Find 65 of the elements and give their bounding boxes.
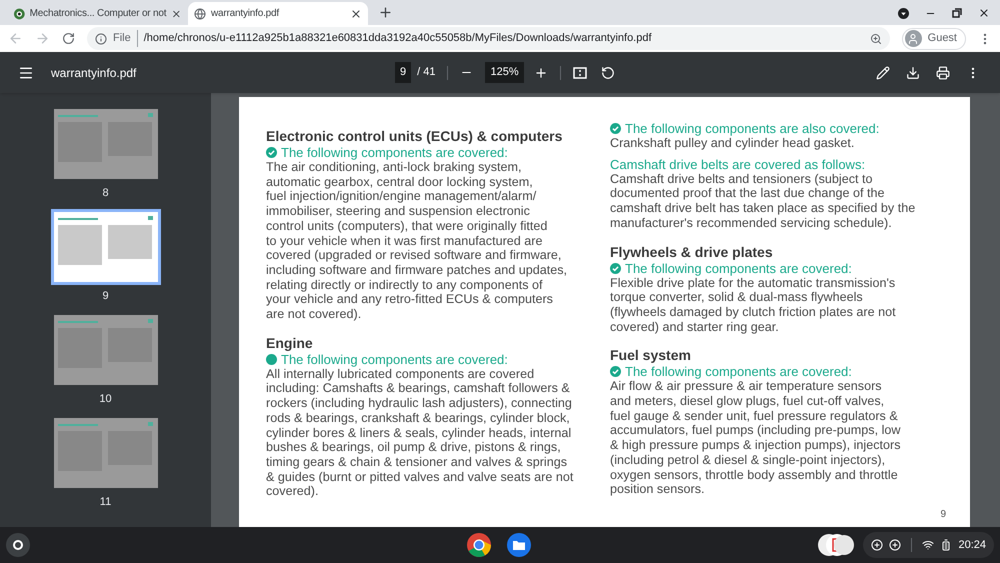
reload-icon[interactable] <box>62 32 75 45</box>
bullet-icon <box>266 354 277 365</box>
check-icon <box>610 262 621 274</box>
page-label: 11 <box>100 496 112 509</box>
section-heading: Electronic control units (ECUs) & computers <box>266 127 564 145</box>
download-icon[interactable] <box>906 66 920 80</box>
check-icon <box>610 123 621 134</box>
close-icon[interactable] <box>978 7 990 19</box>
body-text: The air conditioning, anti-lock braking system, automatic gearbox, central door locking system, fuel injection/ignition/engine management/alarm/ immobiliser, steering and suspension electronic control units (computers), that were originally fitted to your vehicle when it was first manufactured are covered (upgraded or revised software and firmware, including software and firmware patches and updates, relating directly or indirectly to any components of your vehicle and any retro-fitted ECUs & computers are not covered). <box>266 160 568 322</box>
files-app-icon[interactable] <box>506 532 532 558</box>
site-icon <box>14 8 25 20</box>
coverage-label: The following components are covered: <box>625 364 852 380</box>
check-icon <box>266 147 277 158</box>
battery-icon <box>940 539 952 551</box>
coverage-label: The following components are covered: <box>625 260 852 276</box>
body-text: Camshaft drive belts and tensioners (subject to documented proof that the last due change of the camshaft drive belt has taken place as specified by the manufacturer's recommended servicing schedule). <box>610 172 916 231</box>
section-heading: Flywheels & drive plates <box>610 242 774 261</box>
launcher-button[interactable] <box>6 533 30 557</box>
globe-icon <box>194 8 206 20</box>
body-text: Air flow & air pressure & air temperature sensors and meters, diesel glow plugs, fuel cut-off valves, fuel gauge & sender unit, fuel pressure regulators & accumulators, fuel pumps (including pre-pumps, low & high pressure pumps & injection pumps), injectors (including petrol & diesel & single-point injectors), oxygen sensors, throttle body assembly and throttle position sensors. <box>610 379 902 497</box>
tab-title: Mechatronics... Computer or not <box>30 7 166 21</box>
page-number: 9 <box>940 508 946 522</box>
pen-icon[interactable] <box>876 66 890 80</box>
scheme-label: File <box>113 30 138 47</box>
page-total: / 41 <box>417 65 436 80</box>
browser-tab[interactable]: Mechatronics... Computer or not <box>8 2 188 25</box>
address-field[interactable]: File /home/chronos/u-e1112a925b1a88321e60831dda3192a40c55058b/MyFiles/Downloads/warrantyinfo.pdf <box>87 27 890 50</box>
clock-time: 20:24 <box>958 538 986 553</box>
fit-page-icon[interactable] <box>572 66 587 78</box>
profile-button[interactable]: Guest <box>902 28 966 50</box>
coverage-label: The following components are covered: <box>281 352 508 367</box>
restore-icon[interactable] <box>952 8 962 18</box>
check-icon <box>610 366 621 378</box>
add-icon <box>889 539 902 551</box>
zoom-icon[interactable] <box>870 32 882 44</box>
avatar-icon <box>904 30 922 47</box>
browser-app-icon[interactable] <box>466 532 492 558</box>
close-icon[interactable] <box>350 8 362 20</box>
body-text: All internally lubricated components are covered including: Camshafts & bearings, camshaft followers & rockers (including hydraulic lash adjusters), connecting rods & bearings, crankshaft & bearings, cylinder block, cylinder bores & liners & seals, cylinder heads, internal bushes & bearings, oil pump & drive, pistons & rings, timing gears & chain & tensioner and valves & springs & guides (burnt or pitted valves and valve seats are not covered). <box>266 366 574 500</box>
document-title: warrantyinfo.pdf <box>51 64 136 82</box>
body-text: Crankshaft pulley and cylinder head gasket. <box>610 136 856 151</box>
page-label: 10 <box>99 393 112 406</box>
rotate-icon[interactable] <box>600 66 615 80</box>
page-label: 9 <box>102 290 109 303</box>
print-icon[interactable] <box>936 66 950 80</box>
body-text: Flexible drive plate for the automatic transmission's torque converter, solid & dual-mass flywheels (flywheels damaged by clutch friction plates are not covered) and starter ring gear. <box>610 276 897 334</box>
url-text: /home/chronos/u-e1112a925b1a88321e60831dda3192a40c55058b/MyFiles/Downloads/warrantyinfo.pdf <box>144 31 653 46</box>
coverage-label: The following components are also covered: <box>625 121 880 136</box>
status-tray[interactable]: 20:24 <box>863 532 994 558</box>
zoom-in-icon[interactable] <box>534 66 548 80</box>
page-label: 8 <box>102 187 109 200</box>
dropdown-icon[interactable] <box>898 8 909 18</box>
coverage-label: The following components are covered: <box>281 145 508 160</box>
section-heading: Fuel system <box>610 346 692 364</box>
info-icon <box>95 32 107 44</box>
notification-thumbnails[interactable] <box>817 533 856 557</box>
zoom-field[interactable]: 125% <box>485 62 524 83</box>
menu-icon[interactable] <box>18 64 34 80</box>
coverage-label: Camshaft drive belts are covered as follows: <box>610 156 866 172</box>
section-heading: Engine <box>266 334 314 352</box>
new-tab-icon[interactable] <box>378 5 393 20</box>
page-number-field[interactable]: 9 <box>395 62 412 83</box>
tab-title: warrantyinfo.pdf <box>211 7 280 21</box>
browser-tab[interactable]: warrantyinfo.pdf <box>188 2 368 25</box>
add-icon <box>871 539 884 551</box>
